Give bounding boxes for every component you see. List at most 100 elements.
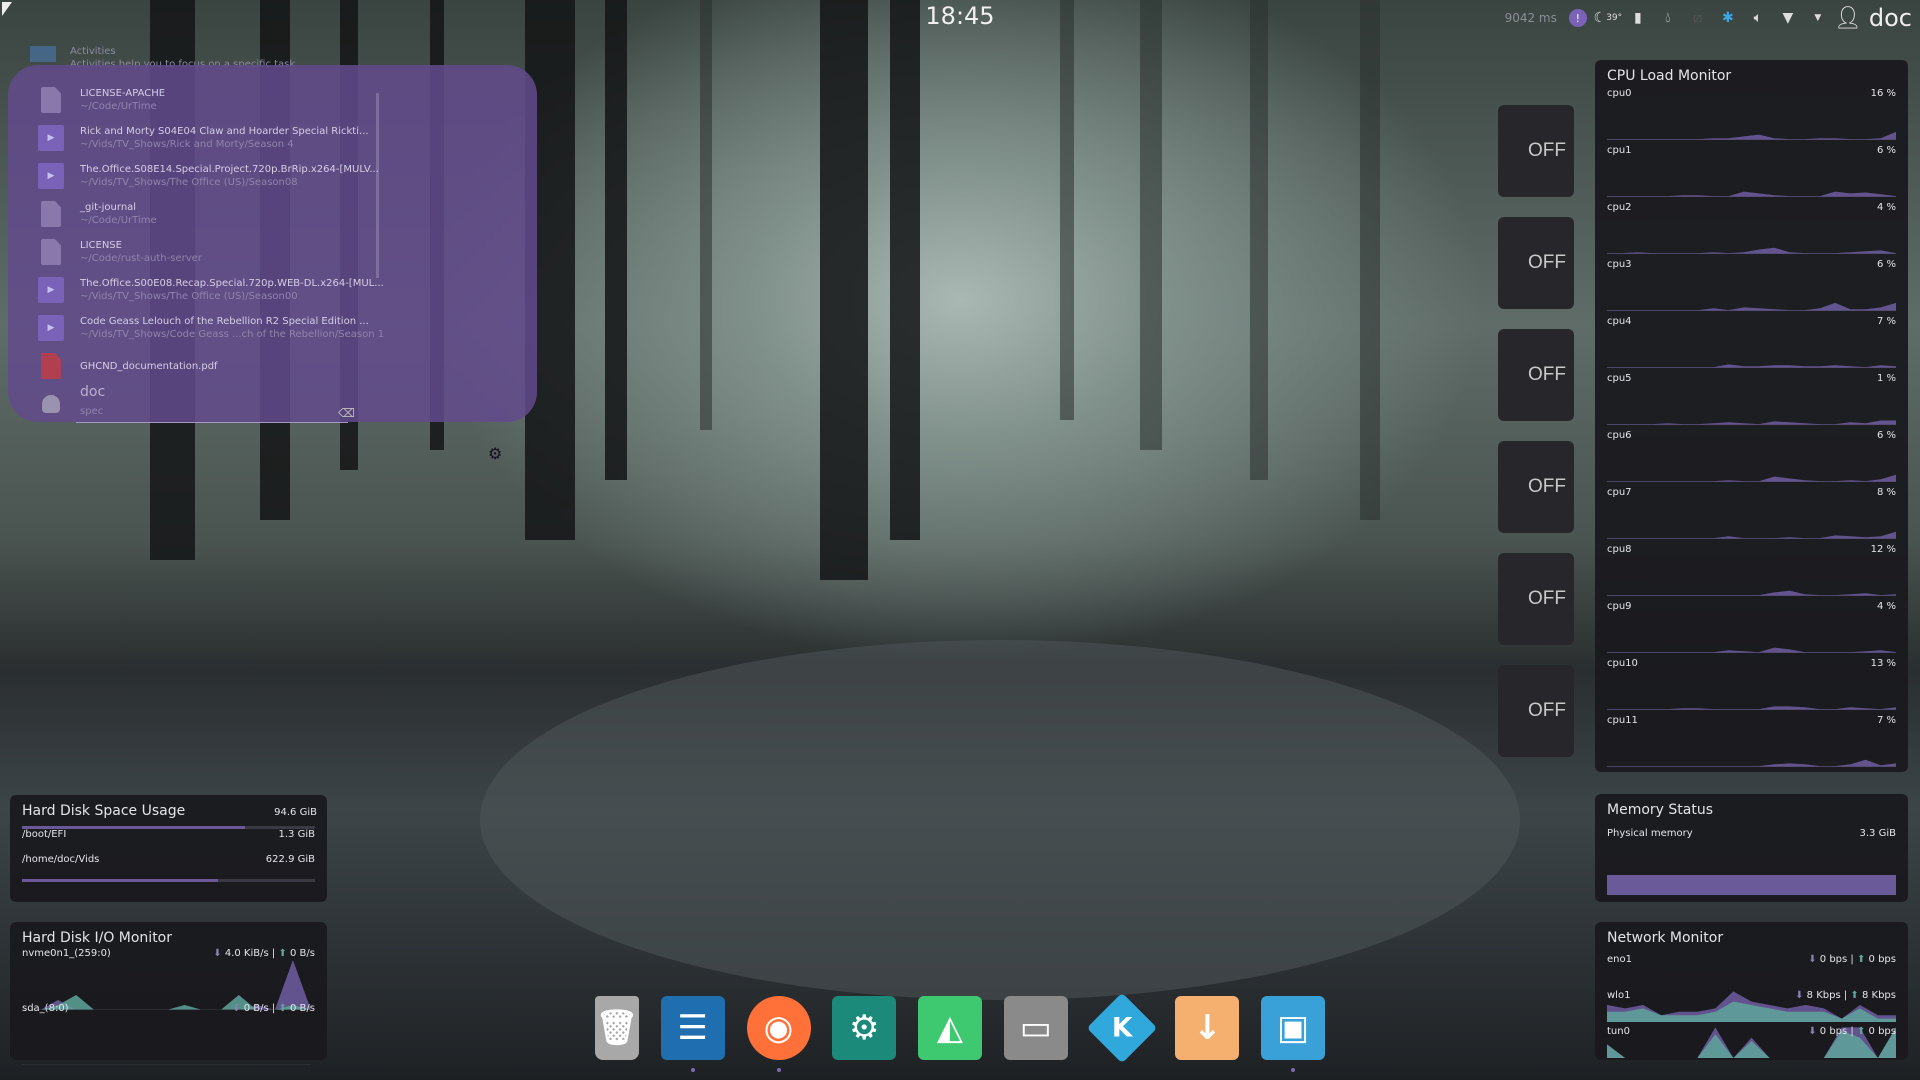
bluetooth-icon[interactable]: ✱	[1719, 9, 1737, 27]
toggle-switch-button[interactable]: OFF	[1498, 329, 1574, 421]
launcher-result-item[interactable]: ▶ Code Geass Lelouch of the Rebellion R2…	[38, 315, 384, 341]
cpu-core-name: cpu8	[1607, 544, 1632, 555]
read-arrow-icon: ⬇	[213, 948, 222, 959]
upload-rate: 0 bps	[1868, 954, 1896, 965]
dock-firefox-icon[interactable]: ◉	[746, 996, 811, 1072]
mount-path: /boot/EFI	[22, 829, 67, 840]
cpu-core-name: cpu9	[1607, 601, 1632, 612]
cpu-core-value: 4 %	[1876, 202, 1896, 213]
launcher-result-item[interactable]: LICENSE ~/Code/rust-auth-server	[38, 239, 202, 265]
launcher-scrollbar[interactable]	[376, 93, 379, 278]
toggle-switch-button[interactable]: OFF	[1498, 665, 1574, 757]
upload-arrow-icon: ⬆	[1856, 1026, 1866, 1037]
weather-icon[interactable]: ☾ 39°	[1594, 9, 1623, 27]
cpu-core-name: cpu2	[1607, 202, 1632, 213]
cpu-core-value: 8 %	[1876, 487, 1896, 498]
toggle-switch-button[interactable]: OFF	[1498, 553, 1574, 645]
ink-drop-icon[interactable]: 💧︎	[1659, 9, 1677, 27]
cpu-core-graph	[1607, 647, 1896, 653]
document-file-icon	[41, 239, 61, 265]
disk-device-name: sda_(8:0)	[22, 1003, 69, 1014]
dock-trash-icon[interactable]: 🗑︎	[595, 996, 639, 1060]
launcher-result-item[interactable]: LICENSE-APACHE ~/Code/UrTime	[38, 87, 165, 113]
video-file-icon: ▶	[38, 315, 64, 341]
battery-icon[interactable]: ▮	[1629, 9, 1647, 27]
launcher-result-item[interactable]: _git-journal ~/Code/UrTime	[38, 201, 157, 227]
dock: 🗑︎ ☰ ◉ ⚙ ◭ ▭ K ↓ ▣	[575, 988, 1345, 1072]
volume-icon[interactable]: 🔈︎	[1749, 9, 1767, 27]
dock-kodi-icon[interactable]: K	[1086, 992, 1157, 1064]
result-title: Rick and Morty S04E04 Claw and Hoarder S…	[80, 126, 369, 137]
disk-io-graph	[22, 1064, 311, 1065]
settings-gear-icon[interactable]: ⚙	[488, 444, 502, 463]
hard-disk-io-monitor: Hard Disk I/O Monitor nvme0n1_(259:0) ⬇ …	[10, 922, 327, 1065]
wifi-icon[interactable]: ▼	[1779, 9, 1797, 27]
user-icon[interactable]: 👤︎	[1834, 6, 1862, 31]
cpu-title: CPU Load Monitor	[1607, 68, 1732, 84]
memory-status: Memory Status Physical memory 3.3 GiB	[1595, 794, 1908, 902]
disk-space-title: Hard Disk Space Usage	[22, 803, 186, 819]
result-title: Code Geass Lelouch of the Rebellion R2 S…	[80, 316, 369, 327]
dock-notes-icon[interactable]: ☰	[660, 996, 725, 1072]
launcher-result-item[interactable]: ▶ Rick and Morty S04E04 Claw and Hoarder…	[38, 125, 369, 151]
launcher-result-item[interactable]: ▶ The.Office.S00E08.Recap.Special.720p.W…	[38, 277, 384, 303]
network-title: Network Monitor	[1607, 930, 1724, 946]
launcher-result-item[interactable]: GHCND_documentation.pdf	[38, 353, 218, 379]
result-path: ~/Vids/TV_Shows/Code Geass ...ch of the …	[80, 329, 385, 340]
mount-usage-bar	[22, 879, 315, 882]
activities-title: Activities	[70, 46, 116, 57]
read-arrow-icon: ⬇	[232, 1003, 241, 1014]
video-file-icon: ▶	[38, 163, 64, 189]
interface-name: eno1	[1607, 954, 1632, 965]
cpu-core-name: cpu5	[1607, 373, 1632, 384]
cpu-core-graph	[1607, 364, 1896, 368]
cpu-core-name: cpu3	[1607, 259, 1632, 270]
dock-downloader-icon[interactable]: ↓	[1175, 996, 1240, 1060]
user-name[interactable]: doc	[1869, 4, 1912, 32]
cpu-core-value: 1 %	[1876, 373, 1896, 384]
mount-size: 1.3 GiB	[278, 829, 315, 840]
cpu-core-name: cpu7	[1607, 487, 1632, 498]
toggle-switch-button[interactable]: OFF	[1498, 441, 1574, 533]
read-rate: 4.0 KiB/s	[224, 948, 269, 959]
notification-icon[interactable]: !	[1568, 9, 1587, 27]
download-rate: 0 bps	[1819, 954, 1848, 965]
cpu-core-graph	[1607, 531, 1896, 539]
cpu-core-value: 12 %	[1870, 544, 1896, 555]
running-indicator	[690, 1068, 695, 1072]
dock-system-settings-icon[interactable]: ⚙	[832, 996, 897, 1060]
clear-search-icon[interactable]: ⌫	[338, 406, 355, 420]
disabled-icon[interactable]: ⧄	[1689, 9, 1707, 27]
cpu-core-graph	[1607, 474, 1896, 482]
download-rate: 8 Kbps	[1806, 990, 1841, 1001]
result-title: The.Office.S08E14.Special.Project.720p.B…	[80, 164, 379, 175]
cpu-core-name: cpu4	[1607, 316, 1632, 327]
toggle-switch-button[interactable]: OFF	[1498, 105, 1574, 197]
toggle-switch-button[interactable]: OFF	[1498, 217, 1574, 309]
dock-file-archive-icon[interactable]: ▭	[1003, 996, 1068, 1060]
dock-system-monitor-icon[interactable]: ◭	[918, 996, 982, 1060]
result-path: ~/Vids/TV_Shows/Rick and Morty/Season 4	[80, 139, 294, 150]
result-title: The.Office.S00E08.Recap.Special.720p.WEB…	[80, 278, 384, 289]
download-rate: 0 bps	[1819, 1026, 1848, 1037]
launcher-search-input[interactable]: spec	[80, 406, 103, 417]
dock-window-manager-icon[interactable]: ▣	[1261, 996, 1325, 1072]
activities-icon	[30, 46, 56, 62]
write-arrow-icon: ⬆	[278, 948, 287, 959]
cpu-core-value: 6 %	[1876, 259, 1896, 270]
upload-arrow-icon: ⬆	[1856, 954, 1866, 965]
running-indicator	[776, 1068, 781, 1072]
expand-arrow-icon[interactable]: ▼	[1809, 9, 1827, 27]
user-avatar-icon	[42, 395, 60, 413]
cpu-core-graph	[1607, 420, 1896, 425]
mount-path: /home/doc/Vids	[22, 854, 100, 865]
launcher-result-item[interactable]: ▶ The.Office.S08E14.Special.Project.720p…	[38, 163, 379, 189]
cpu-core-graph	[1607, 131, 1896, 140]
upload-rate: 8 Kbps	[1861, 990, 1896, 1001]
cpu-core-value: 6 %	[1876, 145, 1896, 156]
launcher-user-name: doc	[80, 384, 106, 400]
document-file-icon	[41, 87, 61, 113]
hard-disk-space-usage: Hard Disk Space Usage 94.6 GiB /boot/EFI…	[10, 795, 327, 902]
temperature: 39°	[1606, 13, 1623, 23]
memory-title: Memory Status	[1607, 802, 1713, 818]
